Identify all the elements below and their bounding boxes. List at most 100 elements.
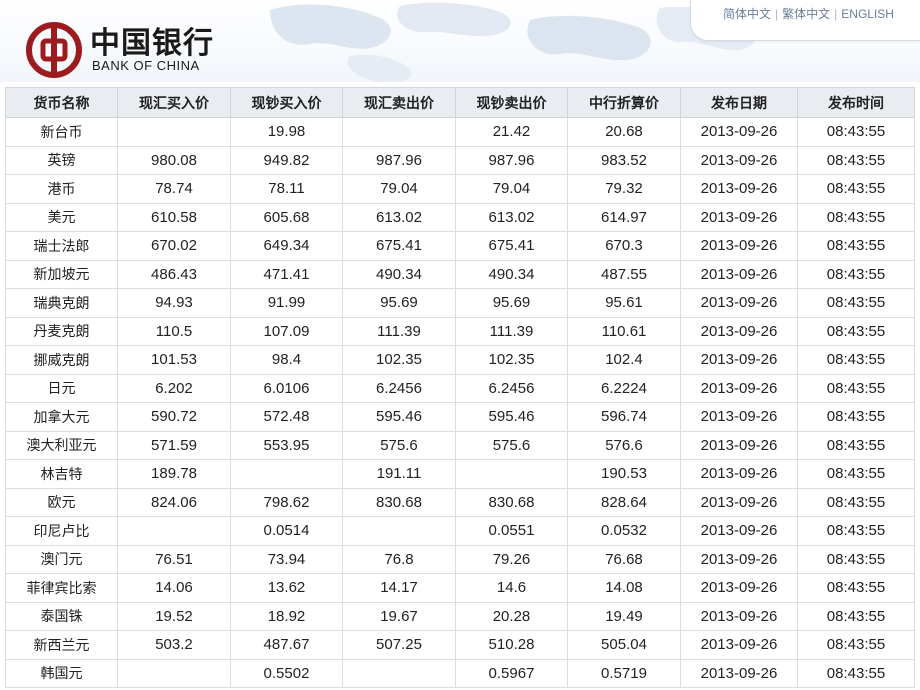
publish-time: 08:43:55 [797,345,915,375]
spot-buy-rate: 824.06 [117,487,231,517]
boc-conversion-rate: 20.68 [567,117,681,147]
spot-sell-rate: 6.2456 [342,373,456,403]
table-row: 泰国铢 19.52 18.92 19.67 20.28 19.49 2013-09-26 08… [5,601,915,631]
spot-sell-rate: 575.6 [342,430,456,460]
publish-date: 2013-09-26 [680,288,798,318]
cash-sell-rate: 675.41 [455,231,568,261]
publish-date: 2013-09-26 [680,430,798,460]
publish-time: 08:43:55 [797,259,915,289]
spot-buy-rate: 670.02 [117,231,231,261]
cash-sell-rate: 79.26 [455,544,568,574]
cash-sell-rate: 20.28 [455,601,568,631]
publish-time: 08:43:55 [797,573,915,603]
table-row: 韩国元 0.5502 0.5967 0.5719 2013-09-26 08:43:55 [5,658,915,688]
boc-conversion-rate: 190.53 [567,459,681,489]
spot-buy-rate [117,658,231,688]
header-publish-date: 发布日期 [680,87,798,118]
spot-sell-rate: 19.67 [342,601,456,631]
header-spot-sell: 现汇卖出价 [342,87,456,118]
bank-name-en: BANK OF CHINA [92,58,200,73]
spot-buy-rate: 19.52 [117,601,231,631]
lang-link-simplified-chinese[interactable]: 简体中文 [723,7,771,21]
spot-sell-rate: 595.46 [342,402,456,432]
table-row: 欧元 824.06 798.62 830.68 830.68 828.64 2013-09-… [5,487,915,517]
currency-name: 林吉特 [5,459,118,489]
lang-link-traditional-chinese[interactable]: 繁体中文 [782,7,830,21]
table-row: 印尼卢比 0.0514 0.0551 0.0532 2013-09-26 08:43:55 [5,516,915,546]
spot-buy-rate [117,117,231,147]
header-boc-conversion: 中行折算价 [567,87,681,118]
cash-buy-rate: 91.99 [230,288,343,318]
cash-sell-rate: 0.0551 [455,516,568,546]
table-row: 加拿大元 590.72 572.48 595.46 595.46 596.74 2013-0… [5,402,915,432]
table-row: 英镑 980.08 949.82 987.96 987.96 983.52 2013-09-… [5,145,915,175]
boc-conversion-rate: 102.4 [567,345,681,375]
spot-sell-rate [342,117,456,147]
spot-sell-rate [342,658,456,688]
divider: | [775,7,779,21]
currency-name: 丹麦克朗 [5,316,118,346]
currency-name: 挪威克朗 [5,345,118,375]
table-header-row: 货币名称 现汇买入价 现钞买入价 现汇卖出价 现钞卖出价 中行折算价 发布日期 发布时间 [5,87,915,118]
currency-name: 新西兰元 [5,630,118,660]
table-row: 新西兰元 503.2 487.67 507.25 510.28 505.04 2013-09… [5,630,915,660]
cash-sell-rate: 102.35 [455,345,568,375]
currency-name: 加拿大元 [5,402,118,432]
table-row: 澳大利亚元 571.59 553.95 575.6 575.6 576.6 2013-09-… [5,430,915,460]
currency-name: 泰国铢 [5,601,118,631]
cash-buy-rate: 13.62 [230,573,343,603]
boc-conversion-rate: 19.49 [567,601,681,631]
table-row: 丹麦克朗 110.5 107.09 111.39 111.39 110.61 2013-09… [5,316,915,346]
spot-buy-rate: 486.43 [117,259,231,289]
publish-time: 08:43:55 [797,174,915,204]
cash-buy-rate: 78.11 [230,174,343,204]
cash-sell-rate: 490.34 [455,259,568,289]
cash-buy-rate: 0.5502 [230,658,343,688]
publish-date: 2013-09-26 [680,573,798,603]
spot-buy-rate: 76.51 [117,544,231,574]
cash-sell-rate: 95.69 [455,288,568,318]
spot-sell-rate [342,516,456,546]
publish-time: 08:43:55 [797,459,915,489]
spot-sell-rate: 490.34 [342,259,456,289]
cash-buy-rate: 649.34 [230,231,343,261]
cash-sell-rate [455,459,568,489]
cash-buy-rate: 6.0106 [230,373,343,403]
publish-date: 2013-09-26 [680,259,798,289]
cash-buy-rate: 19.98 [230,117,343,147]
boc-conversion-rate: 487.55 [567,259,681,289]
cash-sell-rate: 0.5967 [455,658,568,688]
currency-name: 瑞士法郎 [5,231,118,261]
publish-date: 2013-09-26 [680,145,798,175]
spot-buy-rate [117,516,231,546]
currency-name: 澳大利亚元 [5,430,118,460]
spot-sell-rate: 14.17 [342,573,456,603]
spot-sell-rate: 613.02 [342,202,456,232]
cash-sell-rate: 575.6 [455,430,568,460]
publish-time: 08:43:55 [797,430,915,460]
lang-link-english[interactable]: ENGLISH [841,7,894,21]
boc-conversion-rate: 670.3 [567,231,681,261]
currency-name: 日元 [5,373,118,403]
publish-time: 08:43:55 [797,316,915,346]
publish-time: 08:43:55 [797,117,915,147]
publish-time: 08:43:55 [797,630,915,660]
spot-sell-rate: 79.04 [342,174,456,204]
currency-name: 韩国元 [5,658,118,688]
spot-buy-rate: 14.06 [117,573,231,603]
header-cash-sell: 现钞卖出价 [455,87,568,118]
publish-time: 08:43:55 [797,601,915,631]
table-row: 澳门元 76.51 73.94 76.8 79.26 76.68 2013-09-26 08:… [5,544,915,574]
publish-date: 2013-09-26 [680,345,798,375]
spot-buy-rate: 503.2 [117,630,231,660]
publish-date: 2013-09-26 [680,316,798,346]
header-currency-name: 货币名称 [5,87,118,118]
publish-date: 2013-09-26 [680,630,798,660]
spot-buy-rate: 571.59 [117,430,231,460]
cash-sell-rate: 14.6 [455,573,568,603]
header-cash-buy: 现钞买入价 [230,87,343,118]
table-row: 新台币 19.98 21.42 20.68 2013-09-26 08:43:55 [5,117,915,147]
spot-sell-rate: 76.8 [342,544,456,574]
publish-time: 08:43:55 [797,231,915,261]
currency-name: 新台币 [5,117,118,147]
